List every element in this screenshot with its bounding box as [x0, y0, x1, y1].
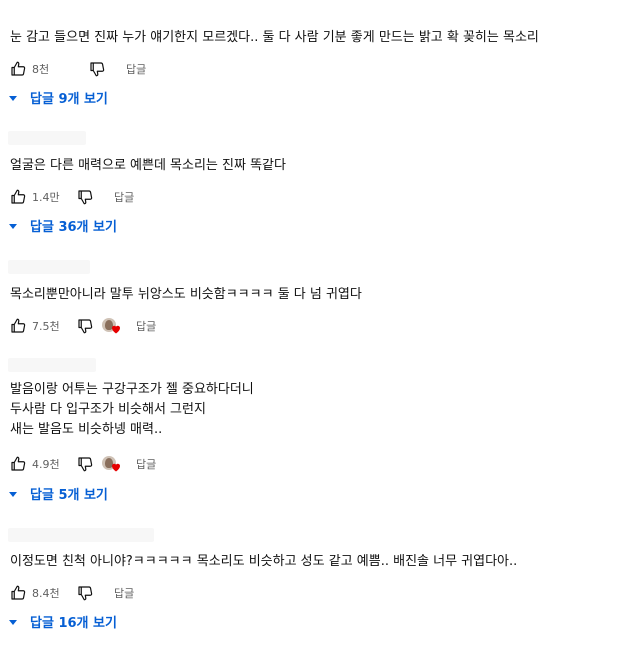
like-count: 1.4만	[32, 191, 60, 204]
reply-button[interactable]: 답글	[114, 189, 134, 205]
view-replies-button[interactable]: 답글 5개 보기	[8, 484, 108, 503]
reply-button[interactable]: 답글	[126, 61, 146, 77]
like-count: 7.5천	[32, 320, 60, 333]
creator-heart-badge	[102, 317, 124, 335]
comment-actions: 8.4천 답글	[9, 582, 134, 604]
heart-icon	[112, 325, 120, 334]
like-count: 8천	[32, 63, 50, 76]
comment-text: 발음이랑 어투는 구강구조가 젤 중요하다더니 두사람 다 입구조가 비슷해서 …	[10, 382, 254, 437]
author-name[interactable]	[8, 131, 86, 145]
comment-actions: 8천 답글	[9, 58, 146, 80]
thumb-down-icon[interactable]	[76, 584, 94, 602]
author-name[interactable]	[8, 260, 90, 274]
caret-down-icon	[9, 619, 17, 625]
view-replies-label: 답글 9개 보기	[30, 92, 108, 107]
comment-actions: 1.4만 답글	[9, 186, 134, 208]
view-replies-label: 답글 16개 보기	[30, 616, 117, 631]
thumb-up-icon[interactable]	[9, 60, 27, 78]
author-name[interactable]	[8, 528, 154, 542]
comment-text: 이정도면 친척 아니야?ㅋㅋㅋㅋㅋ 목소리도 비슷하고 성도 같고 예쁨.. 배…	[10, 554, 518, 569]
author-name[interactable]	[8, 358, 96, 372]
reply-button[interactable]: 답글	[136, 456, 156, 472]
view-replies-label: 답글 36개 보기	[30, 220, 117, 235]
comment-text: 눈 감고 들으면 진짜 누가 얘기한지 모르겠다.. 둘 다 사람 기분 좋게 …	[10, 30, 539, 45]
thumb-up-icon[interactable]	[9, 188, 27, 206]
creator-heart-badge	[102, 455, 124, 473]
comment-actions: 7.5천 답글	[9, 315, 156, 337]
comment-text: 목소리뿐만아니라 말투 뉘앙스도 비슷함ㅋㅋㅋㅋ 둘 다 넘 귀엽다	[10, 287, 362, 302]
view-replies-button[interactable]: 답글 9개 보기	[8, 88, 108, 107]
thumb-down-icon[interactable]	[88, 60, 106, 78]
caret-down-icon	[9, 95, 17, 101]
view-replies-label: 답글 5개 보기	[30, 488, 108, 503]
thumb-up-icon[interactable]	[9, 455, 27, 473]
like-count: 4.9천	[32, 458, 60, 471]
heart-icon	[112, 463, 120, 472]
thumb-down-icon[interactable]	[76, 455, 94, 473]
reply-button[interactable]: 답글	[136, 318, 156, 334]
comment-actions: 4.9천 답글	[9, 453, 156, 475]
like-count: 8.4천	[32, 587, 60, 600]
caret-down-icon	[9, 491, 17, 497]
view-replies-button[interactable]: 답글 36개 보기	[8, 216, 117, 235]
comment-text: 얼굴은 다른 매력으로 예쁜데 목소리는 진짜 똑같다	[10, 158, 286, 173]
thumb-down-icon[interactable]	[76, 188, 94, 206]
reply-button[interactable]: 답글	[114, 585, 134, 601]
thumb-up-icon[interactable]	[9, 317, 27, 335]
thumb-down-icon[interactable]	[76, 317, 94, 335]
thumb-up-icon[interactable]	[9, 584, 27, 602]
view-replies-button[interactable]: 답글 16개 보기	[8, 612, 117, 631]
caret-down-icon	[9, 223, 17, 229]
